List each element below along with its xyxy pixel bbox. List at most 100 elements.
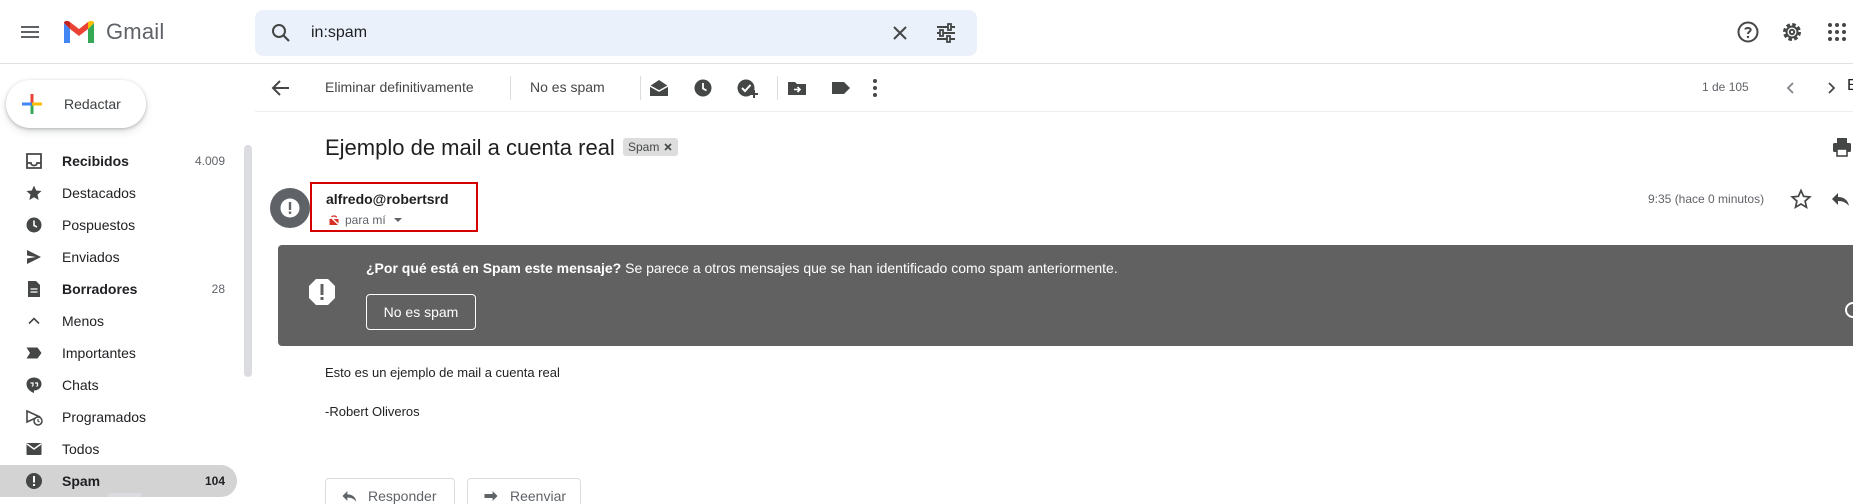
forward-arrow-icon xyxy=(484,491,498,501)
add-task-icon[interactable] xyxy=(735,76,759,100)
spam-label-text: Spam xyxy=(628,140,660,154)
app-name: Gmail xyxy=(106,19,165,44)
plus-icon xyxy=(22,94,42,114)
gmail-logo[interactable]: Gmail xyxy=(62,18,164,46)
search-icon[interactable] xyxy=(269,21,293,45)
help-icon[interactable] xyxy=(1736,20,1760,44)
spam-explanation: ¿Por qué está en Spam este mensaje? Se p… xyxy=(366,260,1118,276)
sidebar-item-drafts[interactable]: Borradores 28 xyxy=(0,273,237,305)
settings-gear-icon[interactable] xyxy=(1780,20,1804,44)
sidebar-item-label: Recibidos xyxy=(62,153,129,169)
spam-warning-icon xyxy=(280,198,300,218)
star-icon xyxy=(26,185,42,200)
spam-warning-banner: ¿Por qué está en Spam este mensaje? Se p… xyxy=(278,245,1853,346)
star-outline-icon[interactable] xyxy=(1790,188,1812,210)
back-arrow-icon[interactable] xyxy=(269,76,293,100)
delete-forever-button[interactable]: Eliminar definitivamente xyxy=(325,79,474,95)
not-spam-button[interactable]: No es spam xyxy=(530,79,605,95)
label-icon[interactable] xyxy=(829,76,853,100)
sidebar-item-snoozed[interactable]: Pospuestos xyxy=(0,209,237,241)
draft-icon xyxy=(28,281,40,297)
reply-button[interactable]: Responder xyxy=(325,478,455,504)
chevron-left-icon[interactable] xyxy=(1779,76,1803,100)
clock-icon xyxy=(26,217,42,233)
sidebar-item-label: Menos xyxy=(62,313,105,329)
spam-reason: Se parece a otros mensajes que se han id… xyxy=(621,260,1118,276)
print-icon[interactable] xyxy=(1831,136,1853,158)
clear-search-icon[interactable] xyxy=(888,21,912,45)
sidebar-item-sent[interactable]: Enviados xyxy=(0,241,237,273)
inbox-icon xyxy=(26,153,42,169)
horizontal-scrollbar[interactable] xyxy=(108,493,142,497)
sidebar-item-label: Spam xyxy=(62,473,101,489)
forward-label: Reenviar xyxy=(510,488,567,504)
move-to-icon[interactable] xyxy=(785,76,809,100)
search-input[interactable] xyxy=(311,21,831,45)
spam-question: ¿Por qué está en Spam este mensaje? xyxy=(366,260,622,276)
reply-arrow-icon xyxy=(342,491,357,502)
toolbar-divider xyxy=(640,76,641,100)
sender-avatar[interactable] xyxy=(270,188,310,228)
banner-help-icon[interactable] xyxy=(1845,302,1853,318)
sidebar-item-scheduled[interactable]: Programados xyxy=(0,401,237,433)
sidebar-item-count: 104 xyxy=(204,474,225,488)
sidebar-item-important[interactable]: Importantes xyxy=(0,337,237,369)
sidebar-item-count: 4.009 xyxy=(194,154,225,168)
caret-down-icon xyxy=(393,218,402,222)
sidebar-item-label: Importantes xyxy=(62,345,136,361)
chevron-right-icon[interactable] xyxy=(1819,76,1843,100)
sidebar-item-less[interactable]: Menos xyxy=(0,305,237,337)
message-toolbar: Eliminar definitivamente No es spam 1 de xyxy=(255,64,1853,112)
sidebar: Redactar Recibidos 4.009 Destacados Posp… xyxy=(0,64,255,504)
message-time: 9:35 (hace 0 minutos) xyxy=(1648,192,1765,206)
top-bar: Gmail xyxy=(0,0,1853,64)
truncated-toolbar-text[interactable]: E xyxy=(1847,77,1853,95)
compose-label: Redactar xyxy=(64,96,121,112)
search-options-icon[interactable] xyxy=(934,21,958,45)
snooze-clock-icon[interactable] xyxy=(691,76,715,100)
toolbar-divider xyxy=(510,76,511,100)
reply-icon[interactable] xyxy=(1829,188,1851,210)
main-menu-icon[interactable] xyxy=(18,20,42,44)
sidebar-item-label: Enviados xyxy=(62,249,120,265)
mail-icon xyxy=(26,443,42,455)
recipient-details-toggle[interactable]: para mí xyxy=(328,213,408,227)
sidebar-item-all-mail[interactable]: Todos xyxy=(0,433,237,465)
sidebar-item-inbox[interactable]: Recibidos 4.009 xyxy=(0,145,237,177)
sidebar-scrollbar[interactable] xyxy=(244,145,252,377)
sidebar-item-label: Chats xyxy=(62,377,99,393)
unencrypted-icon xyxy=(328,214,340,226)
recipient-text: para mí xyxy=(345,213,386,227)
mark-unread-icon[interactable] xyxy=(647,76,671,100)
sidebar-item-label: Programados xyxy=(62,409,147,425)
sidebar-item-label: Todos xyxy=(62,441,100,457)
forward-button[interactable]: Reenviar xyxy=(467,478,581,504)
toolbar-divider xyxy=(777,76,778,100)
pagination-text: 1 de 105 xyxy=(1702,80,1749,94)
email-subject: Ejemplo de mail a cuenta real xyxy=(325,135,615,160)
sender-address[interactable]: alfredo@robertsrd xyxy=(326,191,449,207)
send-icon xyxy=(27,250,41,264)
message-body-line: Esto es un ejemplo de mail a cuenta real xyxy=(325,365,560,380)
reply-label: Responder xyxy=(368,488,437,504)
not-spam-banner-button[interactable]: No es spam xyxy=(366,294,476,330)
message-signature: -Robert Oliveros xyxy=(325,404,420,419)
nav-list: Recibidos 4.009 Destacados Pospuestos En… xyxy=(0,145,240,497)
sidebar-item-chats[interactable]: Chats xyxy=(0,369,237,401)
sidebar-item-count: 28 xyxy=(211,282,225,296)
apps-grid-icon[interactable] xyxy=(1825,20,1849,44)
spam-icon xyxy=(26,473,42,489)
sidebar-item-label: Destacados xyxy=(62,185,136,201)
label-important-icon xyxy=(26,347,42,359)
gmail-m-icon xyxy=(64,20,94,43)
chat-icon xyxy=(26,377,42,393)
remove-label-icon[interactable] xyxy=(663,142,673,152)
warning-icon xyxy=(309,279,335,305)
more-vert-icon[interactable] xyxy=(863,76,887,100)
chevron-up-icon xyxy=(28,317,40,325)
sidebar-item-starred[interactable]: Destacados xyxy=(0,177,237,209)
scheduled-icon xyxy=(26,409,43,426)
gmail-app: Gmail in:spam Redactar Recibidos 4.009 D… xyxy=(0,0,1853,504)
spam-label-chip[interactable]: Spam xyxy=(623,138,679,156)
compose-button[interactable]: Redactar xyxy=(6,80,146,128)
